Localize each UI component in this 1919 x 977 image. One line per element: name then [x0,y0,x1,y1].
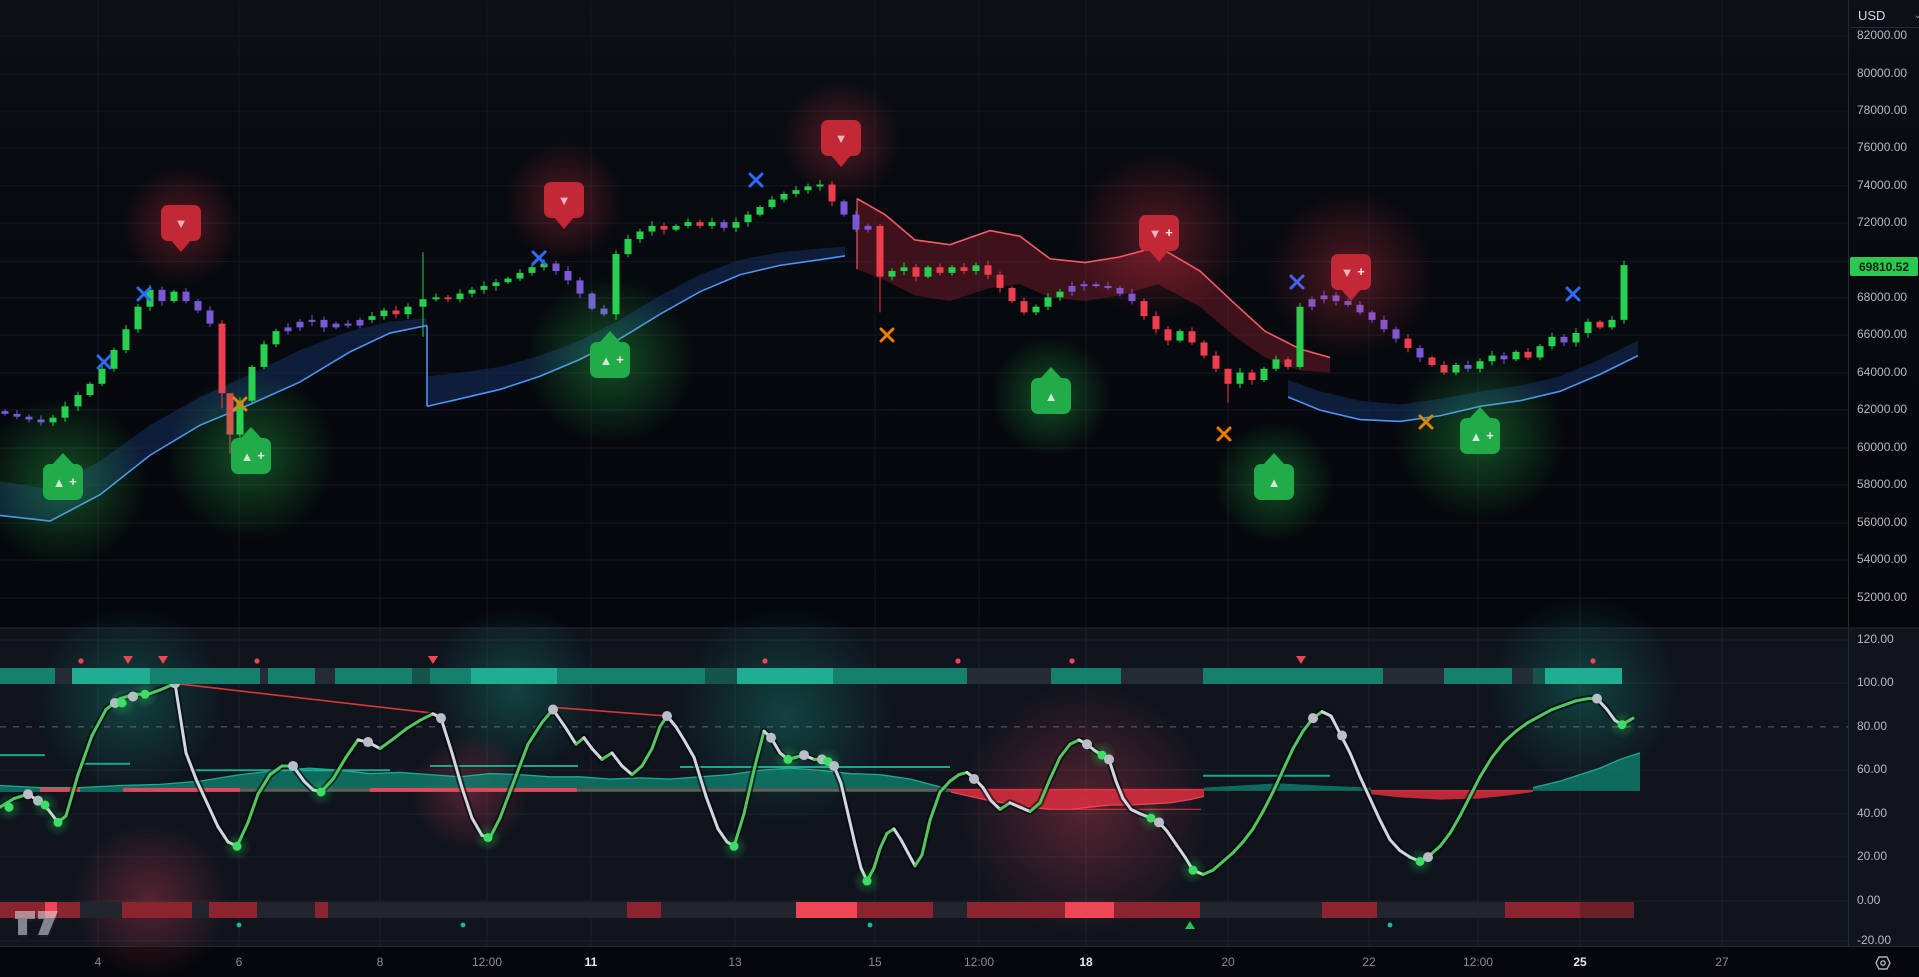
axis-tick-label: 58000.00 [1857,477,1907,491]
axis-tick-label: 64000.00 [1857,365,1907,379]
svg-text:+: + [616,352,624,367]
price-axis[interactable]: USD ⌄ 82000.00 80000.00 78000.00 76000.00 74… [1848,0,1919,946]
svg-text:▲: ▲ [1045,389,1058,404]
time-tick-label: 13 [728,955,741,969]
svg-text:+: + [69,474,77,489]
time-tick-label: 12:00 [1463,955,1493,969]
svg-text:▲: ▲ [1470,429,1483,444]
axis-tick-label: 60000.00 [1857,440,1907,454]
time-axis-settings-button[interactable] [1866,952,1900,974]
chart-canvas[interactable]: ▼▼▼▼+▼+▲+▲+▲+▲▲▲+ [0,0,1919,977]
svg-text:+: + [1486,428,1494,443]
time-tick-label: 25 [1573,955,1586,969]
time-tick-label: 27 [1715,955,1728,969]
currency-selector[interactable]: USD ⌄ [1851,3,1919,28]
gear-icon [1873,953,1893,973]
svg-text:▼: ▼ [1341,265,1354,280]
axis-tick-label: 72000.00 [1857,215,1907,229]
axis-tick-label: 78000.00 [1857,103,1907,117]
time-axis[interactable]: 4 6 8 12:00 11 13 15 12:00 18 20 22 12:00 25 27 [0,946,1919,977]
svg-text:▼: ▼ [558,193,571,208]
time-tick-label: 20 [1221,955,1234,969]
axis-tick-label: 66000.00 [1857,327,1907,341]
time-tick-label: 4 [95,955,102,969]
svg-text:▲: ▲ [241,449,254,464]
currency-label: USD [1858,8,1885,23]
axis-tick-label: 74000.00 [1857,178,1907,192]
axis-tick-label: 56000.00 [1857,515,1907,529]
axis-tick-label: 52000.00 [1857,590,1907,604]
chevron-down-icon: ⌄ [1914,10,1919,21]
axis-tick-label: -20.00 [1857,933,1891,947]
time-tick-label: 18 [1079,955,1092,969]
svg-text:▲: ▲ [53,475,66,490]
axis-tick-label: 80.00 [1857,719,1887,733]
axis-tick-label: 20.00 [1857,849,1887,863]
svg-text:+: + [1357,264,1365,279]
axis-tick-label: 68000.00 [1857,290,1907,304]
time-tick-label: 15 [868,955,881,969]
svg-text:▼: ▼ [1149,226,1162,241]
svg-text:+: + [1165,225,1173,240]
axis-tick-label: 82000.00 [1857,28,1907,42]
axis-tick-label: 62000.00 [1857,402,1907,416]
time-tick-label: 22 [1362,955,1375,969]
tradingview-watermark-icon [14,905,74,939]
svg-text:▲: ▲ [1268,475,1281,490]
svg-text:▼: ▼ [175,216,188,231]
axis-tick-label: 60.00 [1857,762,1887,776]
axis-tick-label: 0.00 [1857,893,1880,907]
axis-tick-label: 54000.00 [1857,552,1907,566]
axis-tick-label: 80000.00 [1857,66,1907,80]
time-tick-label: 8 [377,955,384,969]
time-tick-label: 6 [236,955,243,969]
axis-tick-label: 76000.00 [1857,140,1907,154]
axis-tick-label: 40.00 [1857,806,1887,820]
svg-text:▲: ▲ [600,353,613,368]
trading-chart-window: ▼▼▼▼+▼+▲+▲+▲+▲▲▲+ USD ⌄ 82000.0080000.00… [0,0,1919,977]
time-tick-label: 11 [585,955,598,969]
last-price-badge: 69810.52 [1850,257,1918,276]
time-tick-label: 12:00 [964,955,994,969]
svg-text:▼: ▼ [835,131,848,146]
axis-tick-label: 100.00 [1857,675,1894,689]
time-tick-label: 12:00 [472,955,502,969]
axis-tick-label: 120.00 [1857,632,1894,646]
svg-text:+: + [257,448,265,463]
